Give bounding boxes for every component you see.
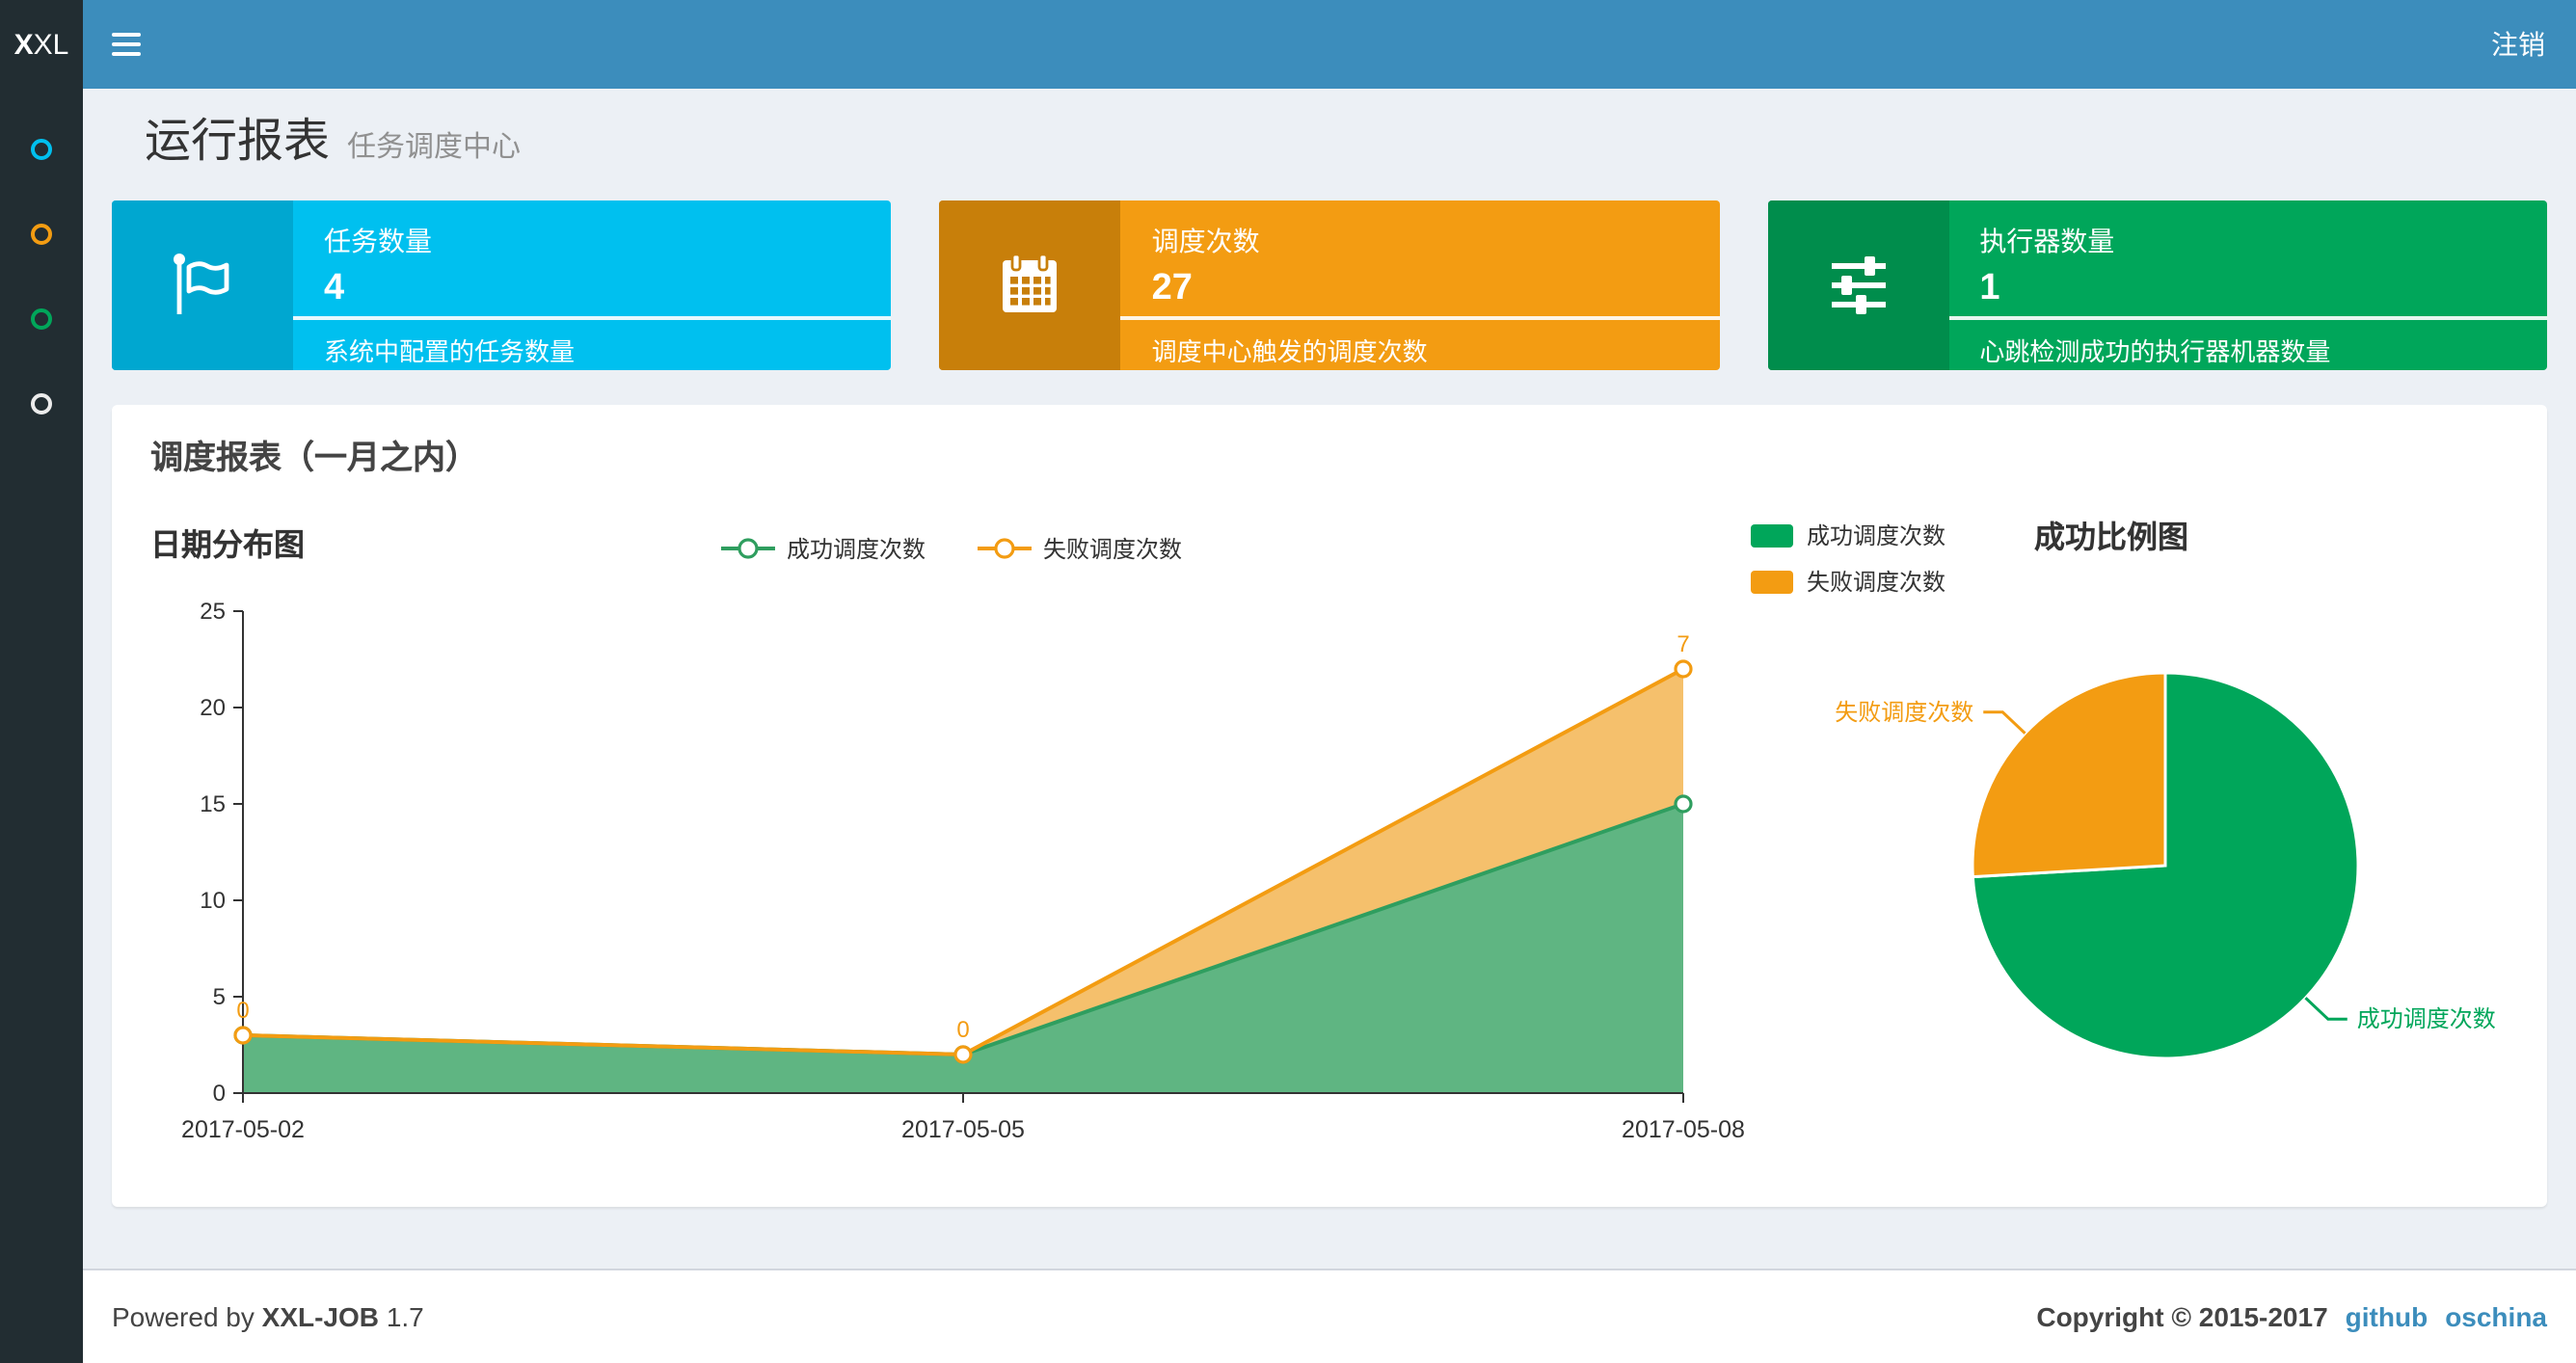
area-chart-canvas: 05101520252017-05-02 2017-05-05 2017-05-08… [181, 599, 1745, 1143]
svg-text:7: 7 [1677, 631, 1689, 657]
svg-text:成功调度次数: 成功调度次数 [2357, 1006, 2496, 1032]
hamburger-icon [111, 27, 140, 61]
legend-label: 失败调度次数 [1807, 569, 1946, 596]
stat-value: 1 [1979, 268, 2000, 308]
copyright-text: Copyright © 2015-2017 [2036, 1301, 2328, 1332]
line-chart-legend: 成功调度次数 失败调度次数 [719, 519, 1182, 576]
sidebar-item-1[interactable] [0, 106, 83, 191]
logo-text-bold: X [13, 28, 34, 61]
sidebar-item-4[interactable] [0, 361, 83, 445]
legend-label: 成功调度次数 [786, 535, 926, 562]
powered-by: Powered by XXL-JOB 1.7 [112, 1301, 424, 1332]
stat-title: 执行器数量 [1979, 226, 2115, 256]
app-version: 1.7 [386, 1301, 424, 1332]
pie-chart-legend: 成功调度次数 失败调度次数 [1751, 519, 1945, 598]
app-name: XXL-JOB [261, 1301, 380, 1332]
svg-text:2017-05-05: 2017-05-05 [901, 1116, 1025, 1143]
circle-outline-icon [31, 392, 52, 414]
svg-text:10: 10 [200, 888, 226, 914]
stat-desc: 调度中心触发的调度次数 [1120, 316, 1720, 370]
stat-box-executor-count: 执行器数量 1 心跳检测成功的执行器机器数量 [1767, 200, 2547, 370]
legend-swatch-icon [1751, 523, 1793, 547]
legend-label: 失败调度次数 [1043, 535, 1183, 562]
pie-chart-canvas: 成功调度次数 失败调度次数 [1835, 671, 2496, 1060]
stat-value: 27 [1151, 268, 1193, 308]
sidebar-nav [0, 89, 83, 1363]
page-title: 运行报表 [145, 116, 330, 168]
sidebar-toggle-button[interactable] [83, 0, 168, 89]
calendar-icon [939, 200, 1121, 370]
date-distribution-chart: 日期分布图 成功调度次数 失败调度次数 0 5 10 15 20 25 2017… [150, 519, 1751, 1172]
github-link[interactable]: github [2346, 1301, 2428, 1332]
flag-icon [112, 200, 293, 370]
circle-outline-icon [31, 223, 52, 244]
legend-item-fail[interactable]: 失败调度次数 [1751, 565, 1945, 598]
main-content: 运行报表 任务调度中心 任务数量 4 系统中配置的任务数量 调度次数 27 调度… [83, 89, 2576, 1269]
svg-text:0: 0 [956, 1017, 969, 1043]
svg-text:25: 25 [200, 599, 226, 625]
stat-value: 4 [324, 268, 345, 308]
stat-box-job-count: 任务数量 4 系统中配置的任务数量 [112, 200, 892, 370]
svg-text:0: 0 [213, 1081, 226, 1107]
legend-item-fail[interactable]: 失败调度次数 [976, 531, 1182, 564]
legend-swatch-icon [1751, 570, 1793, 593]
legend-item-success[interactable]: 成功调度次数 [1751, 519, 1945, 551]
svg-text:0: 0 [236, 998, 249, 1024]
stat-box-trigger-count: 调度次数 27 调度中心触发的调度次数 [939, 200, 1720, 370]
stat-boxes-row: 任务数量 4 系统中配置的任务数量 调度次数 27 调度中心触发的调度次数 执行… [112, 200, 2547, 370]
svg-text:15: 15 [200, 791, 226, 817]
legend-label: 成功调度次数 [1807, 522, 1946, 549]
stat-title: 调度次数 [1151, 226, 1260, 256]
stat-desc: 系统中配置的任务数量 [293, 316, 892, 370]
oschina-link[interactable]: oschina [2445, 1301, 2547, 1332]
app-window: X XL 注销 运行报表 任务调度中心 任务数量 4 系统中配置的任务数量 调度… [0, 0, 2576, 1363]
svg-text:5: 5 [213, 984, 226, 1010]
line-marker-icon [978, 537, 1032, 558]
circle-outline-icon [31, 138, 52, 159]
svg-text:2017-05-08: 2017-05-08 [1622, 1116, 1745, 1143]
sliders-icon [1767, 200, 1949, 370]
app-logo[interactable]: X XL [0, 0, 83, 89]
sidebar-item-3[interactable] [0, 276, 83, 361]
circle-outline-icon [31, 307, 52, 329]
content-header: 运行报表 任务调度中心 [112, 89, 2547, 200]
sidebar-item-2[interactable] [0, 191, 83, 276]
success-ratio-chart: 成功调度次数 失败调度次数 成功比例图 成功调度次数 失败调度次数 [1751, 519, 2522, 1172]
legend-item-success[interactable]: 成功调度次数 [719, 531, 926, 564]
powered-prefix: Powered by [112, 1301, 255, 1332]
stat-title: 任务数量 [324, 226, 432, 256]
svg-text:2017-05-02: 2017-05-02 [181, 1116, 305, 1143]
page-subtitle: 任务调度中心 [347, 131, 522, 164]
top-navbar: X XL 注销 [0, 0, 2576, 89]
pie-chart-title: 成功比例图 [2034, 522, 2189, 555]
logout-link[interactable]: 注销 [2460, 0, 2576, 89]
svg-text:20: 20 [200, 695, 226, 721]
logo-text: XL [33, 28, 69, 61]
line-marker-icon [720, 537, 775, 558]
panel-title: 调度报表（一月之内） [150, 440, 478, 476]
stat-desc: 心跳检测成功的执行器机器数量 [1948, 316, 2547, 370]
svg-text:失败调度次数: 失败调度次数 [1835, 700, 1973, 726]
report-panel: 调度报表（一月之内） 日期分布图 成功调度次数 失败调度次数 0 5 10 15… [112, 405, 2547, 1207]
page-footer: Powered by XXL-JOB 1.7 Copyright © 2015-… [83, 1269, 2576, 1363]
